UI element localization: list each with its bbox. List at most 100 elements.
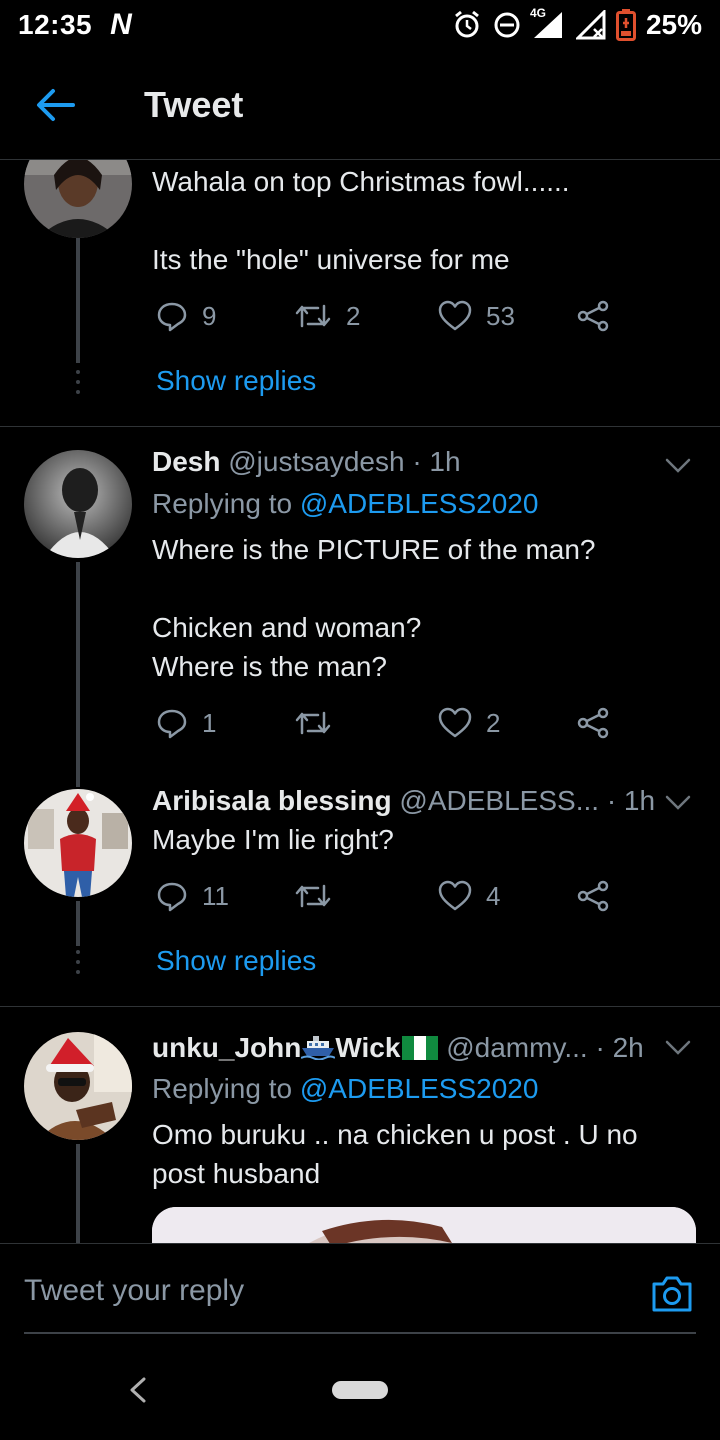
- thread-dots: [74, 370, 82, 394]
- tweet-header: unku_John Wick @dammy... · 2h: [152, 1032, 644, 1064]
- alarm-icon: [452, 10, 482, 40]
- tweet-actions: 9 2 53: [152, 300, 622, 340]
- like-count: 4: [486, 880, 501, 911]
- reply-count: 11: [202, 880, 229, 911]
- chevron-down-icon[interactable]: [664, 456, 692, 476]
- reply-button[interactable]: 9: [156, 300, 216, 332]
- tweet-text-line: Maybe I'm lie right?: [152, 824, 394, 855]
- reply-count: 9: [202, 300, 217, 331]
- timestamp: · 1h: [412, 446, 461, 477]
- chevron-down-icon[interactable]: [664, 793, 692, 813]
- avatar[interactable]: [24, 1032, 132, 1140]
- timestamp: · 1h: [606, 785, 656, 816]
- share-button[interactable]: [576, 707, 610, 739]
- replying-prefix: Replying to: [152, 1073, 293, 1104]
- handle[interactable]: @dammy...: [446, 1032, 587, 1063]
- arrow-left-icon: [37, 88, 75, 121]
- thread-line: [76, 562, 80, 787]
- display-name[interactable]: unku_John: [152, 1032, 301, 1063]
- tweet-actions: 11 4: [152, 880, 622, 920]
- thread-line: [76, 1144, 80, 1243]
- like-count: 53: [486, 300, 515, 331]
- tweet-actions: 1 2: [152, 707, 622, 747]
- network-label: 4G: [529, 6, 546, 20]
- thread-line: [76, 901, 80, 946]
- heart-icon: [438, 880, 472, 911]
- timestamp: · 2h: [595, 1032, 644, 1063]
- tweet-text-line: Its the "hole" universe for me: [152, 244, 510, 275]
- share-icon: [577, 300, 609, 332]
- avatar[interactable]: [24, 789, 132, 897]
- retweet-button[interactable]: [294, 707, 346, 739]
- tweet-text-line: Wahala on top Christmas fowl......: [152, 166, 570, 197]
- display-name[interactable]: Desh: [152, 446, 220, 477]
- tweet-thread[interactable]: Wahala on top Christmas fowl...... Its t…: [0, 160, 720, 1243]
- tweet-media-image[interactable]: [152, 1207, 696, 1243]
- tweet-text-line: Where is the PICTURE of the man?: [152, 534, 596, 565]
- replying-to: Replying to @ADEBLESS2020: [152, 1073, 538, 1105]
- reply-count: 1: [202, 707, 217, 738]
- display-name-suffix[interactable]: Wick: [335, 1032, 400, 1063]
- status-bar: 12:35 N 4G 25%: [0, 0, 720, 50]
- comment-bubble-icon: [157, 709, 187, 739]
- chevron-down-icon[interactable]: [664, 1038, 692, 1058]
- back-button[interactable]: [0, 50, 110, 160]
- retweet-icon: [295, 304, 331, 328]
- ship-emoji-icon: [300, 1036, 336, 1061]
- reply-input[interactable]: Tweet your reply: [24, 1274, 244, 1308]
- battery-icon: [615, 9, 636, 41]
- tweet-header: Desh @justsaydesh · 1h: [152, 446, 461, 478]
- like-button[interactable]: 2: [438, 707, 500, 739]
- handle[interactable]: @justsaydesh: [228, 446, 404, 477]
- replying-prefix: Replying to: [152, 488, 293, 519]
- carrier-icon: N: [110, 8, 132, 41]
- comment-bubble-icon: [157, 882, 187, 912]
- status-time: 12:35: [18, 9, 93, 40]
- avatar[interactable]: [24, 450, 132, 558]
- divider: [0, 1006, 720, 1007]
- thread-line: [76, 238, 80, 363]
- tweet-text-line: Where is the man?: [152, 651, 387, 682]
- nigeria-flag-icon: [402, 1036, 439, 1060]
- thread-dots: [74, 950, 82, 974]
- retweet-icon: [295, 884, 331, 908]
- divider: [0, 426, 720, 427]
- like-button[interactable]: 4: [438, 880, 500, 912]
- share-icon: [577, 707, 609, 739]
- nav-back-icon[interactable]: [124, 1375, 152, 1405]
- nav-home-pill[interactable]: [332, 1381, 388, 1399]
- tweet-text-line: Omo buruku .. na chicken u post . U no: [152, 1119, 638, 1150]
- avatar[interactable]: [24, 160, 132, 238]
- mention-link[interactable]: @ADEBLESS2020: [300, 1073, 539, 1104]
- comment-bubble-icon: [157, 302, 187, 332]
- retweet-button[interactable]: 2: [294, 300, 360, 332]
- signal-no-sim-icon: [575, 10, 606, 40]
- reply-button[interactable]: 1: [156, 707, 216, 739]
- share-button[interactable]: [576, 880, 610, 912]
- like-button[interactable]: 53: [438, 300, 515, 332]
- status-icons: 4G 25%: [452, 6, 702, 41]
- heart-icon: [438, 707, 472, 738]
- handle[interactable]: @ADEBLESS...: [399, 785, 599, 816]
- system-nav-bar: [0, 1335, 720, 1440]
- mention-link[interactable]: @ADEBLESS2020: [300, 488, 539, 519]
- reply-button[interactable]: 11: [156, 880, 229, 912]
- show-replies-link[interactable]: Show replies: [156, 945, 316, 977]
- tweet-header: Aribisala blessing @ADEBLESS... · 1h: [152, 785, 655, 817]
- heart-icon: [438, 300, 472, 331]
- do-not-disturb-icon: [492, 10, 522, 40]
- top-app-bar: Tweet: [0, 50, 720, 160]
- tweet-text-line: post husband: [152, 1158, 321, 1189]
- retweet-icon: [295, 711, 331, 735]
- camera-icon[interactable]: [650, 1274, 694, 1314]
- retweet-button[interactable]: [294, 880, 346, 912]
- reply-composer: Tweet your reply: [0, 1243, 720, 1334]
- share-button[interactable]: [576, 300, 610, 332]
- display-name[interactable]: Aribisala blessing: [152, 785, 392, 816]
- signal-4g-icon: 4G: [530, 6, 566, 40]
- share-icon: [577, 880, 609, 912]
- replying-to: Replying to @ADEBLESS2020: [152, 488, 538, 520]
- show-replies-link[interactable]: Show replies: [156, 365, 316, 397]
- battery-percent: 25%: [645, 9, 702, 40]
- like-count: 2: [486, 707, 501, 738]
